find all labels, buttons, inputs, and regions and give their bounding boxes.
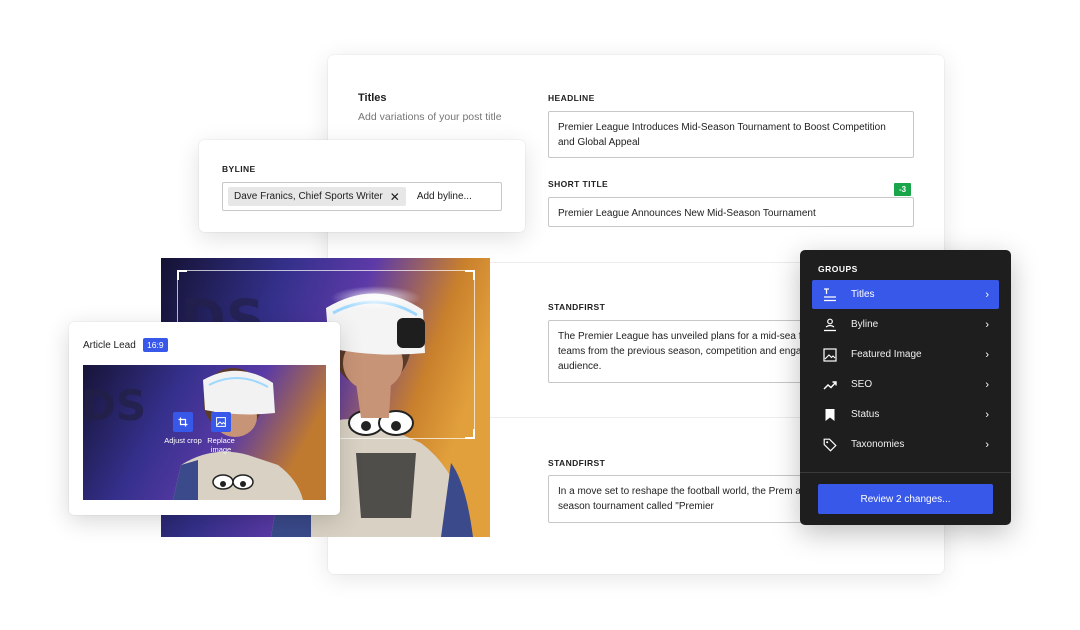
group-item-byline[interactable]: Byline ›	[812, 310, 999, 339]
short-title-label: SHORT TITLE	[548, 179, 609, 189]
byline-icon	[822, 317, 838, 333]
chevron-right-icon: ›	[985, 288, 989, 301]
group-item-seo[interactable]: SEO ›	[812, 370, 999, 399]
article-lead-title: Article Lead	[83, 340, 136, 351]
crop-handle[interactable]	[465, 270, 475, 280]
chevron-right-icon: ›	[985, 318, 989, 331]
byline-label: BYLINE	[222, 164, 256, 174]
chevron-right-icon: ›	[985, 438, 989, 451]
titles-icon	[822, 287, 838, 303]
aspect-ratio-badge: 16:9	[143, 338, 168, 352]
tag-icon	[822, 437, 838, 453]
byline-card: BYLINE Dave Franics, Chief Sports Writer…	[199, 140, 525, 232]
chevron-right-icon: ›	[985, 348, 989, 361]
trending-icon	[822, 377, 838, 393]
group-item-featured-image[interactable]: Featured Image ›	[812, 340, 999, 369]
article-lead-card: Article Lead 16:9 DS Adjust crop Replace…	[69, 322, 340, 515]
svg-text:DS: DS	[83, 381, 146, 430]
bookmark-icon	[822, 407, 838, 423]
byline-chip-label: Dave Franics, Chief Sports Writer	[234, 191, 383, 202]
group-item-label: Byline	[851, 319, 879, 330]
chevron-right-icon: ›	[985, 408, 989, 421]
replace-image-label: Replace image	[207, 436, 235, 454]
group-item-label: SEO	[851, 379, 873, 390]
close-icon[interactable]: ✕	[390, 191, 400, 203]
image-icon	[822, 347, 838, 363]
article-lead-image: DS Adjust crop Replace image	[83, 365, 326, 500]
headline-label: HEADLINE	[548, 93, 595, 103]
crop-handle[interactable]	[465, 429, 475, 439]
group-item-titles[interactable]: Titles ›	[812, 280, 999, 309]
short-title-input[interactable]: Premier League Announces New Mid-Season …	[548, 197, 914, 227]
adjust-crop-label: Adjust crop	[164, 436, 202, 445]
headline-input[interactable]: Premier League Introduces Mid-Season Tou…	[548, 111, 914, 158]
review-changes-button[interactable]: Review 2 changes...	[818, 484, 993, 514]
group-item-taxonomies[interactable]: Taxonomies ›	[812, 430, 999, 459]
standfirst-label: STANDFIRST	[548, 302, 606, 312]
image-icon	[211, 412, 231, 432]
group-item-label: Taxonomies	[851, 439, 905, 450]
standfirst-label-2: STANDFIRST	[548, 458, 606, 468]
group-item-label: Titles	[851, 289, 875, 300]
byline-field[interactable]: Dave Franics, Chief Sports Writer ✕ Add …	[222, 182, 502, 211]
groups-divider	[800, 472, 1011, 473]
chevron-right-icon: ›	[985, 378, 989, 391]
crop-icon	[173, 412, 193, 432]
group-item-label: Featured Image	[851, 349, 922, 360]
crop-handle[interactable]	[177, 270, 187, 280]
titles-section-title: Titles	[358, 92, 387, 104]
replace-image-button[interactable]: Replace image	[201, 412, 241, 454]
byline-chip: Dave Franics, Chief Sports Writer ✕	[228, 187, 406, 206]
group-item-status[interactable]: Status ›	[812, 400, 999, 429]
add-byline-input[interactable]: Add byline...	[417, 191, 472, 202]
groups-heading: GROUPS	[818, 264, 858, 274]
titles-section-description: Add variations of your post title	[358, 111, 502, 123]
groups-panel: GROUPS Titles › Byline › Featured Image …	[800, 250, 1011, 525]
short-title-counter-badge: -3	[894, 183, 912, 196]
adjust-crop-button[interactable]: Adjust crop	[163, 412, 203, 445]
group-item-label: Status	[851, 409, 880, 420]
